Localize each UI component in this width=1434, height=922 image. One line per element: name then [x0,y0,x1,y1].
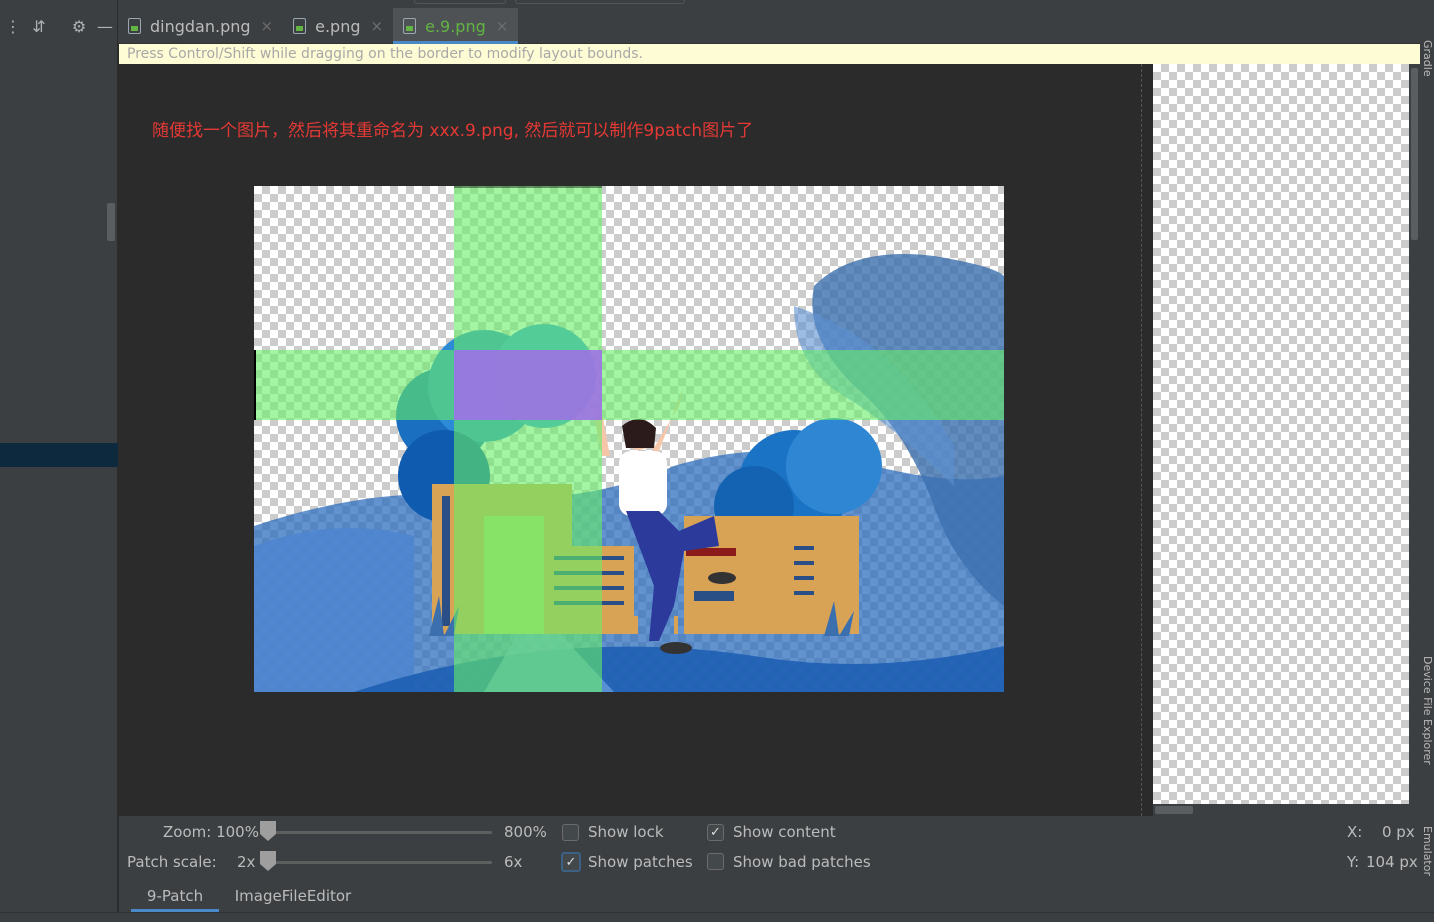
stretched-preview [1153,64,1409,804]
scroll-thumb[interactable] [1411,68,1418,240]
show-bad-patches-checkbox[interactable] [707,853,724,870]
patch-scale-value: 2x [237,853,256,871]
zoom-slider-track[interactable] [262,831,492,834]
show-content-checkbox[interactable]: ✓ [707,824,724,841]
project-tool-window: ⋮ ⇵ ⚙ — [0,0,118,922]
zoom-slider-handle[interactable] [260,821,276,841]
gear-icon[interactable]: ⚙ [66,13,92,39]
patch-scale-slider-handle[interactable] [260,851,276,871]
illustration [254,186,1004,692]
minimize-icon[interactable]: — [92,13,118,39]
nine-patch-controls: Zoom: 100% 800% Patch scale: 2x 6x Show … [119,816,1420,880]
tab-e-9-png[interactable]: e.9.png × [393,8,519,44]
show-patches-checkbox[interactable]: ✓ [561,852,581,872]
tab-image-file-editor[interactable]: ImageFileEditor [231,880,355,912]
zoom-label: Zoom: 100% [163,823,259,841]
device-file-explorer-tool-button[interactable]: Device File Explorer [1421,656,1434,765]
nav-segment[interactable] [515,0,685,4]
show-bad-patches-label: Show bad patches [733,853,871,871]
cursor-x-value: 0 px [1382,823,1415,841]
close-icon[interactable]: × [371,17,384,35]
layout-bounds-hint: Press Control/Shift while dragging on th… [119,44,1420,64]
patch-scale-slider-track[interactable] [262,861,492,864]
right-tool-strip: Gradle Device File Explorer Emulator [1420,0,1434,922]
project-scrollbar[interactable] [107,203,115,241]
show-lock-checkbox[interactable] [562,824,579,841]
close-icon[interactable]: × [496,17,509,35]
annotation-text: 随便找一个图片，然后将其重命名为 xxx.9.png, 然后就可以制作9patc… [152,121,754,141]
tab-label: dingdan.png [150,16,251,36]
tab-dingdan-png[interactable]: dingdan.png × [118,8,283,44]
nine-patch-canvas[interactable]: 随便找一个图片，然后将其重命名为 xxx.9.png, 然后就可以制作9patc… [119,64,1141,816]
show-lock-label: Show lock [588,823,664,841]
nav-segment[interactable] [414,0,506,4]
navigation-strip [118,0,1420,8]
patch-scale-max-label: 6x [504,853,523,871]
cursor-y-value: 104 px [1366,853,1418,871]
preview-vertical-scrollbar[interactable] [1409,64,1420,816]
cursor-x-label: X: [1347,823,1363,841]
preview-splitter[interactable] [1141,64,1153,816]
project-tree-selected-row[interactable] [0,443,118,467]
patch-scale-label: Patch scale: [127,853,217,871]
show-content-label: Show content [733,823,836,841]
horizontal-stretch-patch [454,186,602,692]
tab-e-png[interactable]: e.png × [283,8,393,44]
vertical-stretch-patch [254,350,1004,420]
emulator-tool-button[interactable]: Emulator [1421,826,1434,876]
nine-patch-image[interactable] [254,186,1004,692]
collapse-all-icon[interactable]: ⇵ [26,13,52,39]
tab-label: e.9.png [425,16,486,36]
gradle-tool-button[interactable]: Gradle [1421,40,1434,77]
image-file-icon [403,18,417,34]
expand-icon[interactable]: ⋮ [0,13,26,39]
project-toolbar: ⋮ ⇵ ⚙ — [0,10,118,42]
image-file-icon [293,18,307,34]
tab-9-patch[interactable]: 9-Patch [131,880,219,912]
preview-horizontal-scrollbar[interactable] [1153,804,1409,816]
stretch-intersection-patch [454,350,602,420]
editor-tab-bar: dingdan.png × e.png × e.9.png × [118,8,1420,44]
image-file-icon [128,18,141,34]
show-patches-label: Show patches [588,853,693,871]
close-icon[interactable]: × [261,17,274,35]
scroll-thumb[interactable] [1155,806,1193,814]
ide-window: ⋮ ⇵ ⚙ — dingdan.png × e.png × e.9.png × … [0,0,1434,922]
editor-mode-tabs: 9-Patch ImageFileEditor [119,880,1420,912]
cursor-y-label: Y: [1347,853,1360,871]
tab-label: e.png [315,16,361,36]
status-bar [0,912,1434,922]
zoom-max-label: 800% [504,823,547,841]
